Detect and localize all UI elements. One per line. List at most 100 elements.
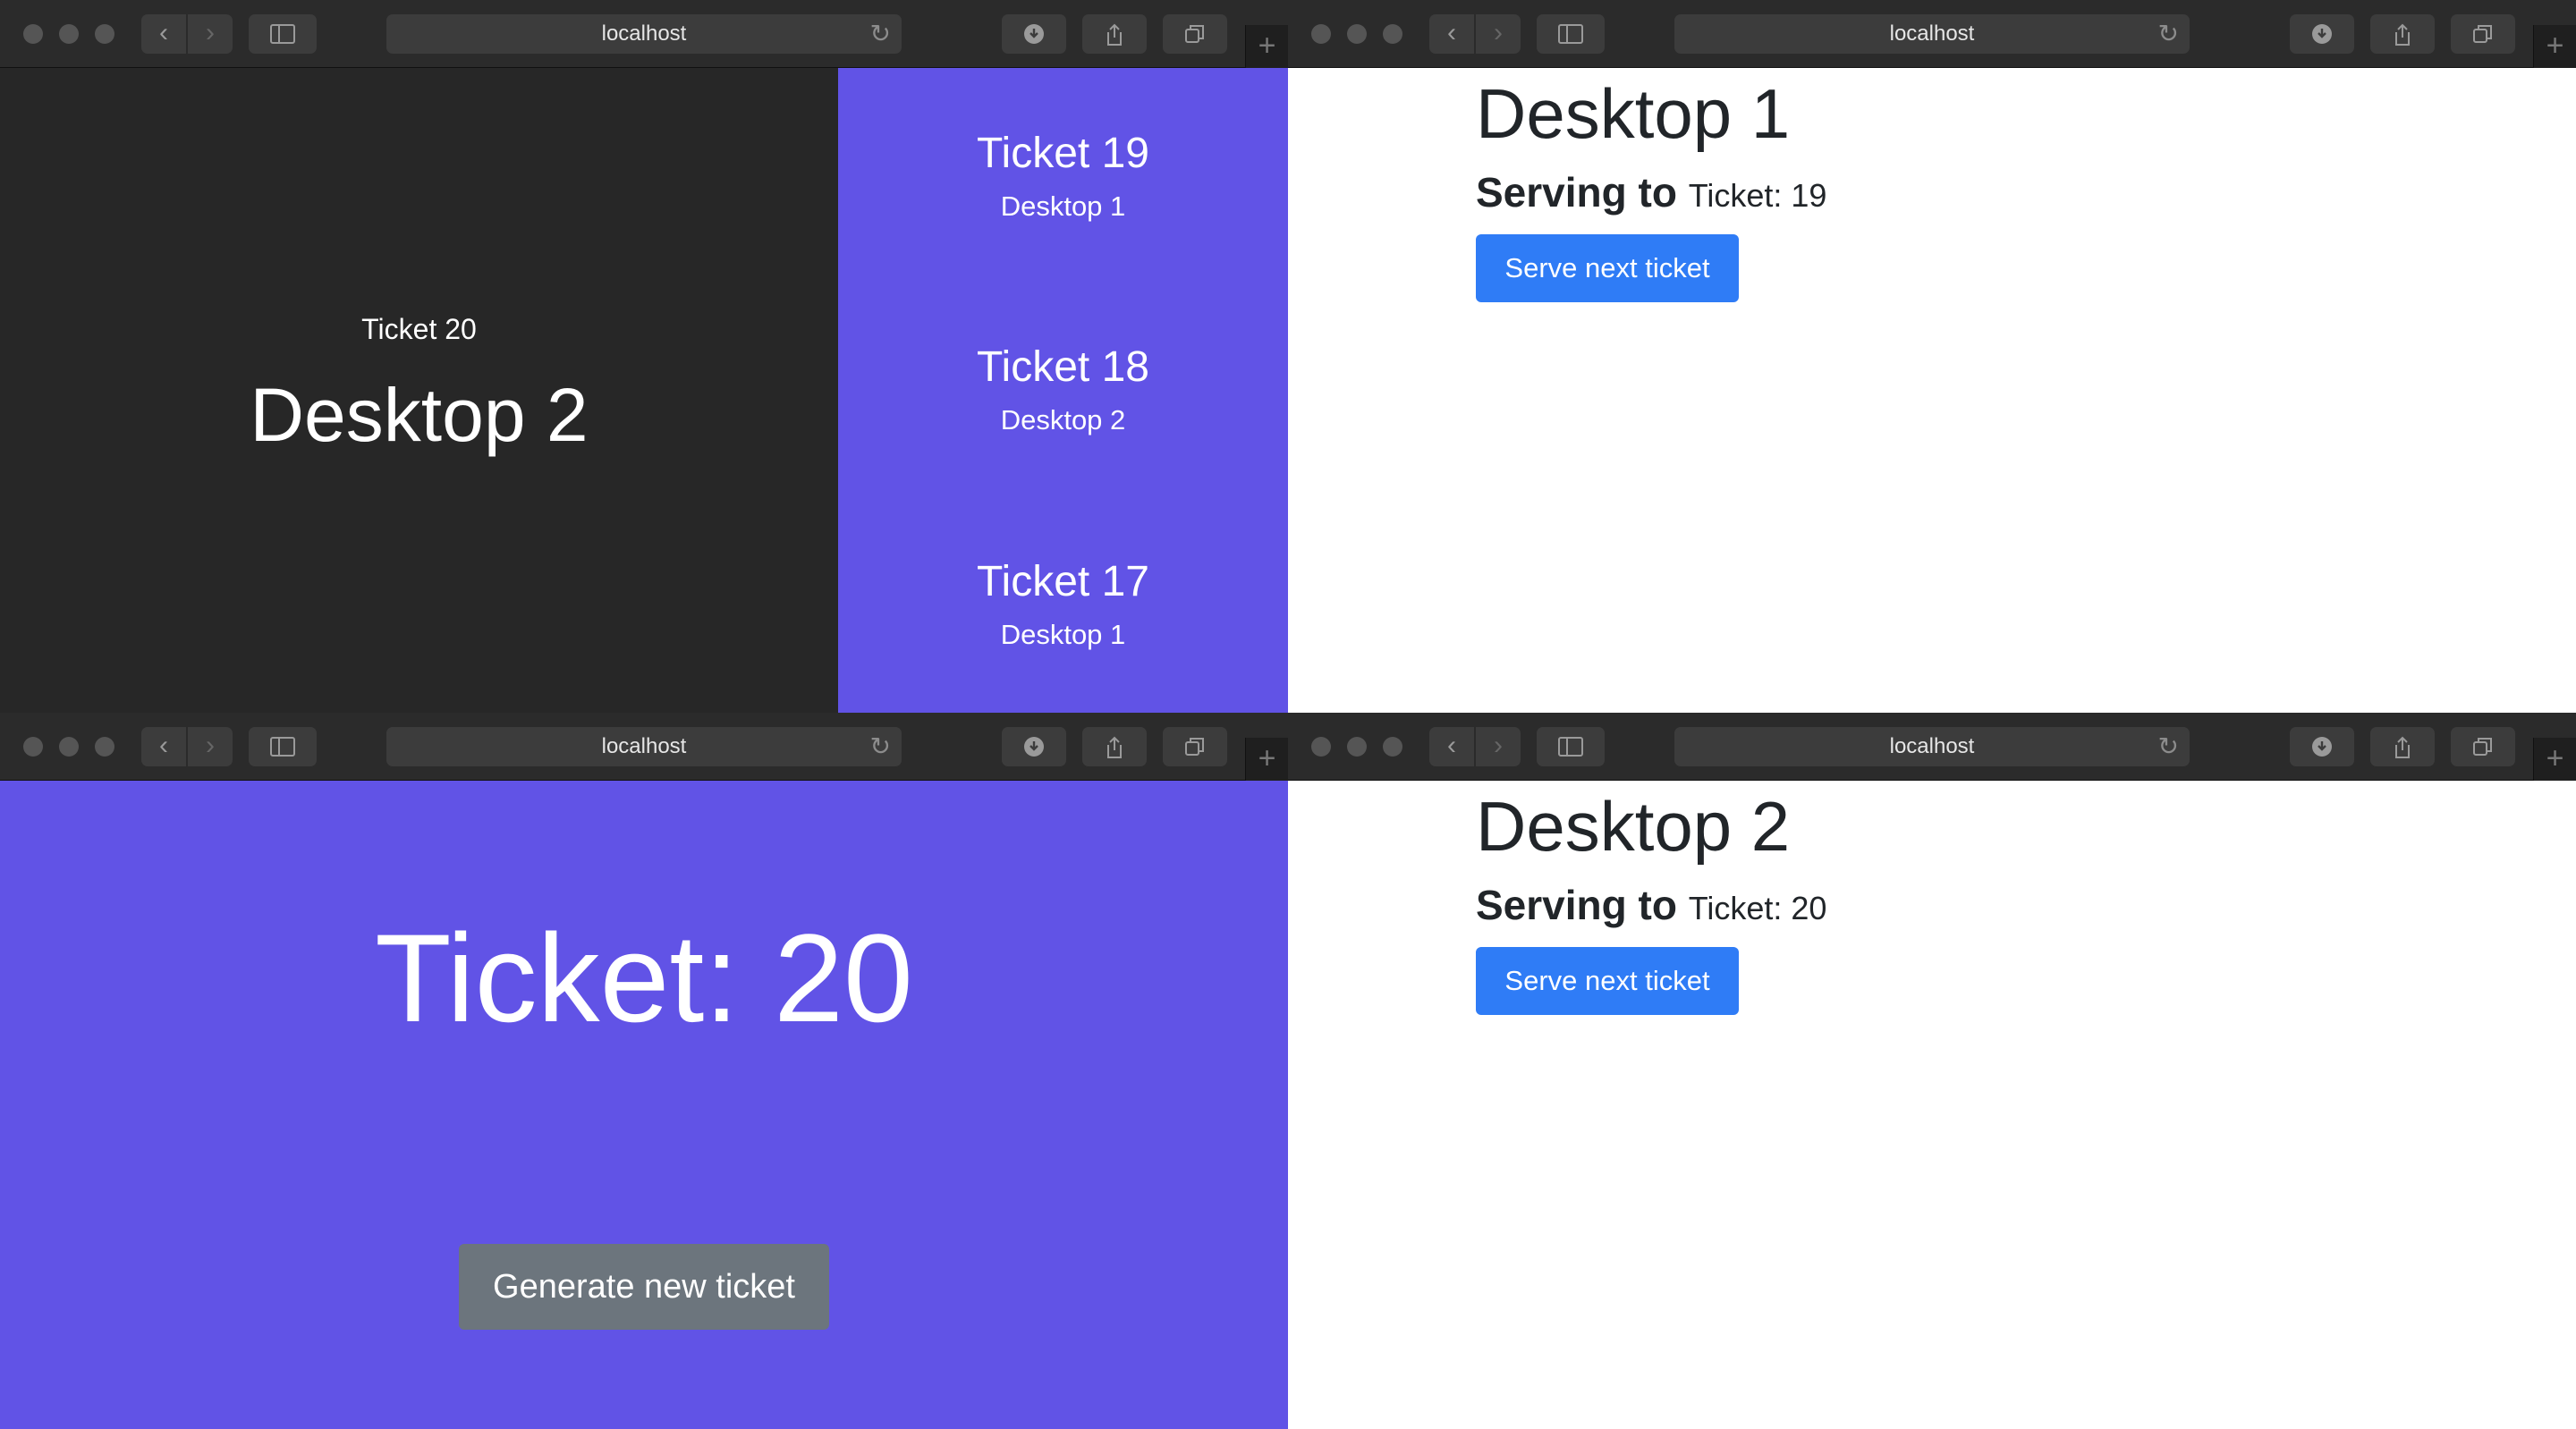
sidebar-icon — [1558, 24, 1583, 44]
downloads-button[interactable] — [2290, 727, 2354, 766]
desktop-page: Desktop 2 Serving to Ticket: 20 Serve ne… — [1288, 781, 2576, 1429]
serving-label: Serving to — [1476, 169, 1677, 216]
new-tab-button[interactable]: + — [2533, 25, 2576, 68]
forward-button[interactable]: › — [1476, 727, 1521, 766]
address-text: localhost — [1889, 21, 1975, 46]
history-desktop: Desktop 1 — [1000, 190, 1126, 222]
sidebar-icon — [270, 737, 295, 757]
tabs-icon — [2473, 25, 2492, 43]
address-bar[interactable]: localhost ↻ — [1674, 727, 2190, 766]
page-title: Desktop 2 — [1476, 787, 1791, 866]
minimize-window-button[interactable] — [1347, 24, 1367, 44]
back-button[interactable]: ‹ — [141, 727, 186, 766]
address-bar[interactable]: localhost ↻ — [1674, 14, 2190, 54]
address-bar[interactable]: localhost ↻ — [386, 727, 902, 766]
serve-next-ticket-button[interactable]: Serve next ticket — [1476, 234, 1739, 302]
new-tab-button[interactable]: + — [1245, 25, 1288, 68]
reload-icon[interactable]: ↻ — [870, 14, 891, 54]
plus-icon: + — [2546, 29, 2564, 63]
downloads-button[interactable] — [2290, 14, 2354, 54]
page-viewport: Desktop 1 Serving to Ticket: 19 Serve ne… — [1288, 68, 2576, 713]
back-button[interactable]: ‹ — [1429, 14, 1474, 54]
forward-button[interactable]: › — [188, 727, 233, 766]
forward-button[interactable]: › — [1476, 14, 1521, 54]
reload-icon[interactable]: ↻ — [2158, 14, 2179, 54]
sidebar-toggle-button[interactable] — [249, 727, 317, 766]
downloads-button[interactable] — [1002, 727, 1066, 766]
chevron-left-icon: ‹ — [159, 731, 168, 760]
sidebar-icon — [270, 24, 295, 44]
close-window-button[interactable] — [23, 24, 43, 44]
chevron-right-icon: › — [1494, 731, 1503, 760]
address-text: localhost — [601, 734, 687, 758]
address-text: localhost — [601, 21, 687, 46]
desktop-page: Desktop 1 Serving to Ticket: 19 Serve ne… — [1288, 68, 2576, 713]
minimize-window-button[interactable] — [1347, 737, 1367, 757]
browser-toolbar: ‹ › localhost ↻ + — [0, 0, 1288, 68]
history-item: Ticket 19 Desktop 1 — [838, 129, 1288, 223]
zoom-window-button[interactable] — [1383, 737, 1402, 757]
serving-status: Serving to Ticket: 20 — [1476, 881, 1826, 929]
serving-status: Serving to Ticket: 19 — [1476, 168, 1826, 216]
close-window-button[interactable] — [1311, 24, 1331, 44]
address-bar[interactable]: localhost ↻ — [386, 14, 902, 54]
plus-icon: + — [1258, 741, 1276, 775]
new-tab-button[interactable]: + — [1245, 738, 1288, 781]
share-button[interactable] — [2370, 727, 2435, 766]
minimize-window-button[interactable] — [59, 737, 79, 757]
chevron-left-icon: ‹ — [159, 18, 168, 47]
chevron-right-icon: › — [1494, 18, 1503, 47]
back-button[interactable]: ‹ — [141, 14, 186, 54]
browser-toolbar: ‹ › localhost ↻ + — [1288, 0, 2576, 68]
download-icon — [2312, 24, 2332, 44]
sidebar-toggle-button[interactable] — [249, 14, 317, 54]
zoom-window-button[interactable] — [95, 24, 114, 44]
new-tab-button[interactable]: + — [2533, 738, 2576, 781]
ticket-generator-page: Ticket: 20 Generate new ticket — [0, 781, 1288, 1429]
share-button[interactable] — [1082, 727, 1147, 766]
plus-icon: + — [1258, 29, 1276, 63]
history-desktop: Desktop 2 — [1000, 404, 1126, 435]
address-text: localhost — [1889, 734, 1975, 758]
browser-toolbar: ‹ › localhost ↻ + — [0, 713, 1288, 781]
serving-ticket: Ticket: 19 — [1688, 177, 1827, 214]
page-viewport: Ticket: 20 Generate new ticket — [0, 781, 1288, 1429]
reload-icon[interactable]: ↻ — [870, 727, 891, 766]
forward-button[interactable]: › — [188, 14, 233, 54]
serve-next-ticket-button[interactable]: Serve next ticket — [1476, 947, 1739, 1015]
back-button[interactable]: ‹ — [1429, 727, 1474, 766]
current-ticket-label: Ticket 20 — [361, 313, 477, 345]
tab-overview-button[interactable] — [2451, 727, 2515, 766]
reload-icon[interactable]: ↻ — [2158, 727, 2179, 766]
close-window-button[interactable] — [23, 737, 43, 757]
close-window-button[interactable] — [1311, 737, 1331, 757]
tab-overview-button[interactable] — [1163, 727, 1227, 766]
share-icon — [1107, 736, 1122, 758]
current-desktop-label: Desktop 2 — [250, 373, 589, 457]
tab-overview-button[interactable] — [1163, 14, 1227, 54]
generated-ticket-label: Ticket: 20 — [375, 908, 913, 1048]
page-viewport: Desktop 2 Serving to Ticket: 20 Serve ne… — [1288, 781, 2576, 1429]
tab-overview-button[interactable] — [2451, 14, 2515, 54]
generate-new-ticket-button[interactable]: Generate new ticket — [459, 1244, 829, 1330]
minimize-window-button[interactable] — [59, 24, 79, 44]
share-button[interactable] — [1082, 14, 1147, 54]
sidebar-toggle-button[interactable] — [1537, 727, 1605, 766]
share-button[interactable] — [2370, 14, 2435, 54]
history-ticket: Ticket 17 — [977, 558, 1149, 605]
page-title: Desktop 1 — [1476, 74, 1791, 153]
tabs-icon — [2473, 738, 2492, 756]
share-icon — [1107, 23, 1122, 46]
serving-ticket: Ticket: 20 — [1688, 890, 1827, 926]
chevron-left-icon: ‹ — [1447, 731, 1456, 760]
share-icon — [2395, 736, 2410, 758]
serving-label: Serving to — [1476, 882, 1677, 928]
history-ticket: Ticket 18 — [977, 343, 1149, 391]
sidebar-icon — [1558, 737, 1583, 757]
downloads-button[interactable] — [1002, 14, 1066, 54]
sidebar-toggle-button[interactable] — [1537, 14, 1605, 54]
zoom-window-button[interactable] — [1383, 24, 1402, 44]
download-icon — [1024, 737, 1044, 757]
zoom-window-button[interactable] — [95, 737, 114, 757]
ticket-history-panel: Ticket 19 Desktop 1 Ticket 18 Desktop 2 … — [838, 68, 1288, 713]
